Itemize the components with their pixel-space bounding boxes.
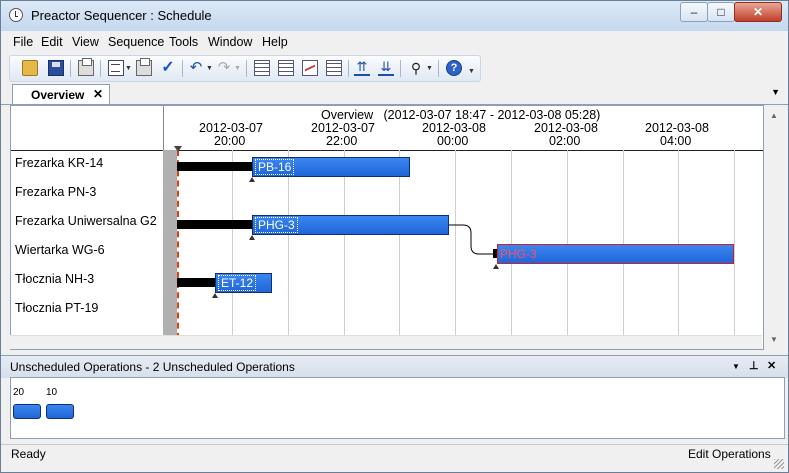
unscheduled-operations-area[interactable]: 20 10: [10, 377, 785, 439]
scroll-down-icon[interactable]: ▼: [770, 335, 778, 344]
vertical-scrollbar[interactable]: ▲ ▼: [766, 105, 783, 348]
chart-icon[interactable]: [302, 60, 318, 76]
tab-list-dropdown-icon[interactable]: ▼: [771, 87, 780, 97]
setup-bar: [177, 278, 215, 287]
status-mode: Edit Operations: [688, 447, 771, 461]
gantt-view-icon[interactable]: [254, 60, 270, 76]
operation-bar-selected[interactable]: PHG-3: [497, 244, 734, 264]
menu-window[interactable]: Window: [208, 35, 252, 49]
resize-grip-icon[interactable]: [774, 459, 784, 469]
window-title: Preactor Sequencer : Schedule: [31, 8, 212, 23]
toolbar-separator: [182, 60, 183, 77]
unscheduled-operation[interactable]: [13, 404, 41, 419]
toolbar: ▼ ✓ ↶ ▼ ↷ ▼ ⇈ ⇊ ⚲ ▼ ? ▼: [9, 55, 481, 82]
chevron-down-icon[interactable]: ▼: [732, 362, 740, 371]
app-window: Preactor Sequencer : Schedule ‒ □ ✕ File…: [0, 0, 789, 473]
unscheduled-panel-header: Unscheduled Operations - 2 Unscheduled O…: [1, 355, 788, 378]
toolbar-separator: [70, 60, 71, 77]
horizontal-scrollbar[interactable]: [10, 335, 762, 349]
toolbar-separator: [438, 60, 439, 77]
status-bar: Ready Edit Operations: [1, 444, 788, 472]
title-bar: Preactor Sequencer : Schedule ‒ □ ✕: [1, 1, 788, 31]
tab-overview[interactable]: Overview ✕: [12, 84, 110, 104]
chevron-down-icon[interactable]: ▼: [206, 65, 213, 72]
help-icon[interactable]: ?: [446, 60, 462, 76]
maximize-button[interactable]: □: [707, 2, 735, 22]
move-down-icon[interactable]: ⇊: [378, 60, 394, 76]
toolbar-overflow-icon[interactable]: ▼: [468, 68, 475, 75]
unscheduled-op-quantity: 10: [46, 387, 58, 398]
operation-label: PHG-3: [500, 247, 537, 261]
binoculars-icon[interactable]: ⚲: [408, 60, 424, 76]
move-up-icon[interactable]: ⇈: [354, 60, 370, 76]
toolbar-separator: [348, 60, 349, 77]
status-text: Ready: [11, 447, 46, 461]
operation-start-marker: [212, 293, 218, 298]
close-icon[interactable]: ✕: [767, 359, 776, 372]
table-view-icon[interactable]: [278, 60, 294, 76]
pin-icon[interactable]: ⊥: [749, 359, 759, 372]
close-icon[interactable]: ✕: [93, 87, 103, 101]
undo-icon[interactable]: ↶: [188, 60, 204, 76]
menu-tools[interactable]: Tools: [169, 35, 198, 49]
toolbar-separator: [246, 60, 247, 77]
print-icon[interactable]: [78, 58, 94, 76]
scroll-up-icon[interactable]: ▲: [770, 111, 778, 120]
menu-bar: File Edit View Sequence Tools Window Hel…: [1, 31, 788, 53]
menu-help[interactable]: Help: [262, 35, 288, 49]
unscheduled-op-quantity: 20: [13, 387, 25, 398]
toolbar-separator: [400, 60, 401, 77]
menu-edit[interactable]: Edit: [41, 35, 63, 49]
clock-icon: [9, 8, 23, 22]
minimize-button[interactable]: ‒: [680, 2, 708, 22]
check-icon[interactable]: ✓: [160, 60, 176, 76]
chevron-down-icon[interactable]: ▼: [125, 65, 132, 72]
operation-bar[interactable]: ET-12: [215, 273, 272, 293]
schedule-gantt[interactable]: Overview (2012-03-07 18:47 - 2012-03-08 …: [10, 105, 764, 350]
list-view-icon[interactable]: [326, 60, 342, 76]
unscheduled-operation[interactable]: [46, 404, 74, 419]
chevron-down-icon[interactable]: ▼: [426, 65, 433, 72]
close-button[interactable]: ✕: [734, 2, 782, 22]
operation-link-connector: [449, 224, 499, 258]
document-icon[interactable]: [108, 60, 124, 76]
menu-view[interactable]: View: [72, 35, 99, 49]
chevron-down-icon[interactable]: ▼: [234, 65, 241, 72]
save-icon[interactable]: [48, 60, 64, 76]
document-tab-strip: Overview ✕ ▼: [1, 83, 788, 105]
open-folder-icon[interactable]: [22, 60, 38, 76]
unscheduled-panel-title: Unscheduled Operations - 2 Unscheduled O…: [10, 360, 295, 374]
toolbar-separator: [100, 60, 101, 77]
operation-label: ET-12: [218, 275, 257, 291]
redo-icon[interactable]: ↷: [216, 60, 232, 76]
menu-sequence[interactable]: Sequence: [108, 35, 164, 49]
operation-start-marker: [493, 264, 499, 269]
print-preview-icon[interactable]: [136, 58, 152, 76]
tab-overview-label: Overview: [31, 88, 85, 102]
menu-file[interactable]: File: [13, 35, 33, 49]
